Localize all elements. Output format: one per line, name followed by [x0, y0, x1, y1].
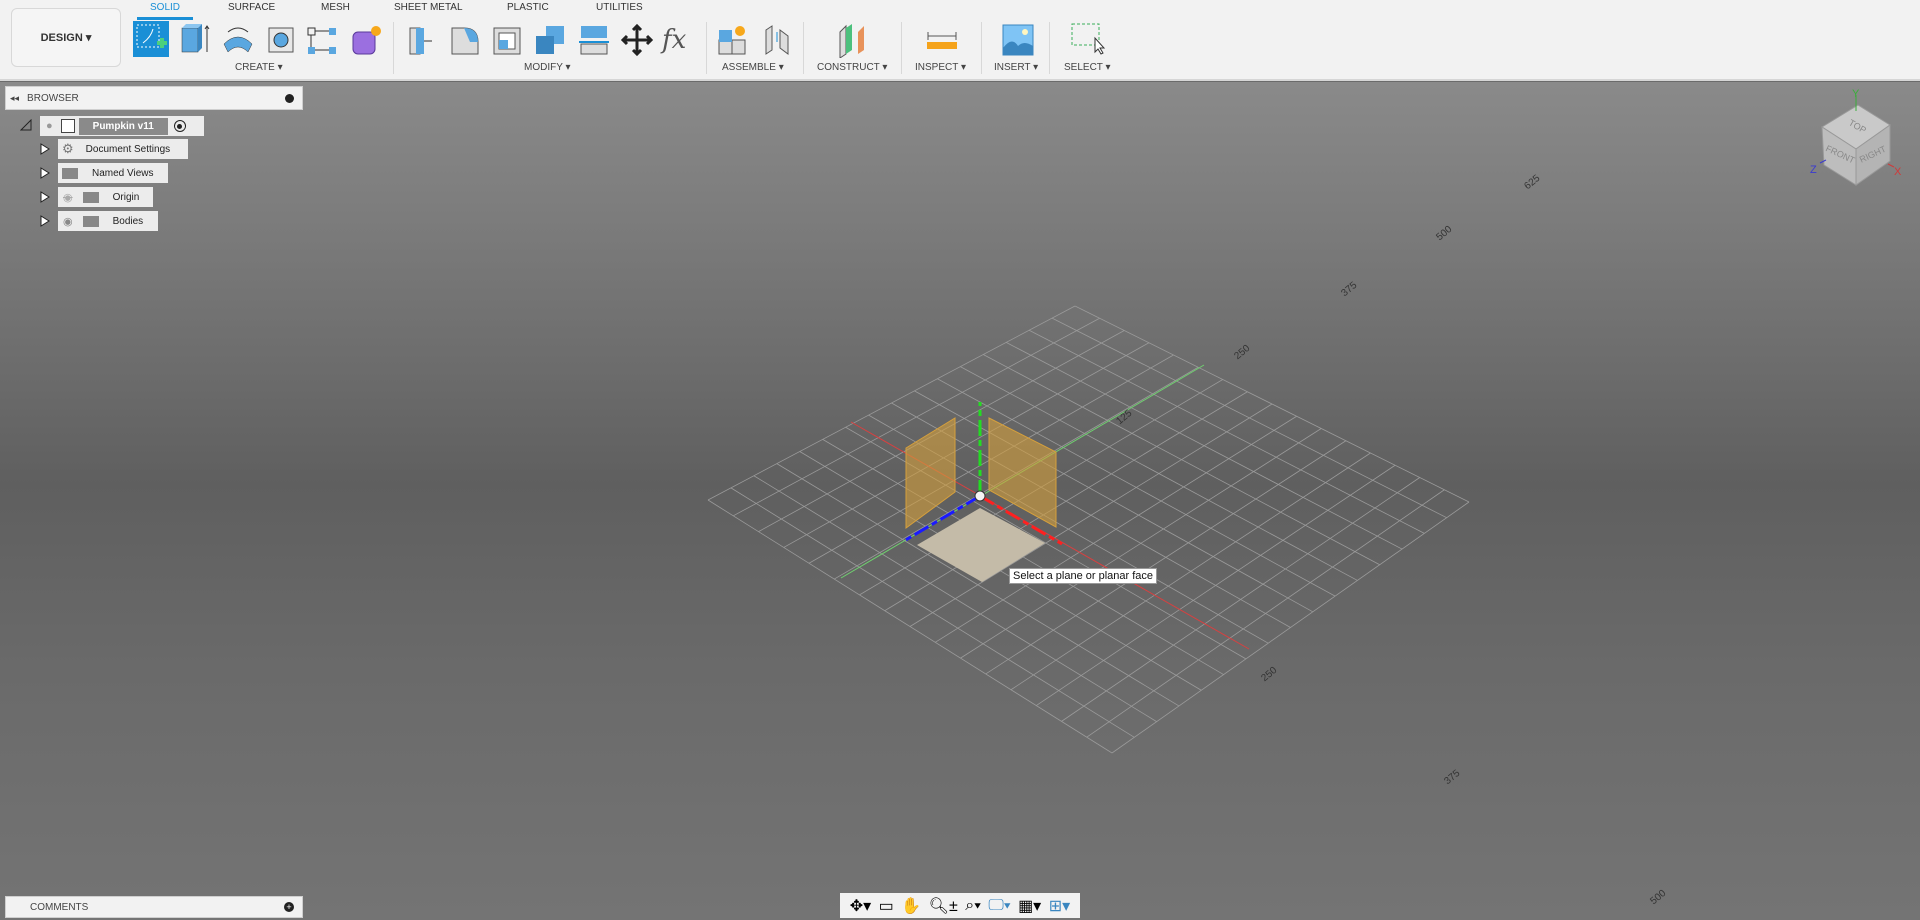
eye-hidden-icon[interactable]: ◉: [63, 191, 73, 204]
browser-item-named-views[interactable]: Named Views: [58, 163, 168, 183]
pan-hand-icon[interactable]: ✋: [901, 896, 921, 916]
eye-icon[interactable]: ◉: [63, 215, 73, 228]
z-axis-label: Z: [1810, 164, 1817, 176]
browser-item-bodies[interactable]: ◉ Bodies: [58, 211, 158, 231]
grid-line: [1111, 501, 1470, 754]
browser-item-document-settings[interactable]: ⚙ Document Settings: [58, 139, 188, 159]
grid-line: [1028, 329, 1425, 534]
origin-point: [974, 490, 986, 502]
expand-triangle-icon[interactable]: [40, 143, 50, 155]
folder-icon: [62, 167, 78, 179]
collapse-browser-icon[interactable]: ◂◂: [10, 93, 19, 104]
fit-window-icon[interactable]: ⌕▾: [965, 897, 981, 915]
viewports-icon[interactable]: ⊞▾: [1049, 896, 1070, 916]
folder-icon: [82, 215, 99, 227]
comments-title: COMMENTS: [30, 901, 89, 913]
item-label: Bodies: [112, 215, 144, 227]
navigation-bar: ✥▾ ▭ ✋ 🔍︎± ⌕▾ 🖵▾ ▦▾ ⊞▾: [840, 893, 1080, 918]
yz-plane: [905, 417, 956, 529]
orbit-icon[interactable]: ✥▾: [850, 896, 871, 916]
component-icon: [60, 119, 75, 133]
x-axis-label: X: [1894, 166, 1902, 178]
expand-triangle-icon[interactable]: [40, 167, 50, 179]
grid-settings-icon[interactable]: ▦▾: [1018, 896, 1041, 916]
grid-line: [1061, 477, 1420, 722]
zoom-icon[interactable]: 🔍︎±: [929, 896, 958, 916]
grid-line: [1086, 489, 1445, 738]
add-comment-icon[interactable]: +: [284, 902, 294, 912]
item-label: Named Views: [92, 167, 154, 179]
collapse-triangle-icon[interactable]: [20, 119, 32, 131]
scene-canvas: [707, 305, 1470, 754]
browser-options-icon[interactable]: [285, 93, 294, 103]
browser-root-item[interactable]: ● Pumpkin v11: [40, 116, 204, 136]
browser-item-origin[interactable]: ◉ Origin: [58, 187, 153, 207]
eye-icon[interactable]: ●: [46, 120, 53, 132]
y-axis-label: Y: [1852, 88, 1860, 100]
item-label: Document Settings: [85, 143, 171, 155]
browser-header: ◂◂ BROWSER: [5, 86, 303, 110]
browser-title: BROWSER: [27, 92, 79, 104]
selection-tooltip: Select a plane or planar face: [1009, 568, 1158, 584]
gear-icon: ⚙: [62, 141, 74, 156]
folder-icon: [82, 191, 99, 203]
display-settings-icon[interactable]: 🖵▾: [988, 897, 1010, 915]
expand-triangle-icon[interactable]: [40, 191, 50, 203]
item-label: Origin: [112, 191, 140, 203]
grid-line: [1074, 305, 1470, 503]
xy-plane: [988, 417, 1057, 528]
activate-radio-icon[interactable]: [173, 120, 186, 132]
root-component-name[interactable]: Pumpkin v11: [78, 117, 168, 135]
look-at-icon[interactable]: ▭: [879, 896, 894, 916]
viewcube[interactable]: TOP FRONT RIGHT Y Z X: [1790, 85, 1920, 195]
expand-triangle-icon[interactable]: [40, 215, 50, 227]
comments-panel: COMMENTS +: [5, 896, 303, 918]
